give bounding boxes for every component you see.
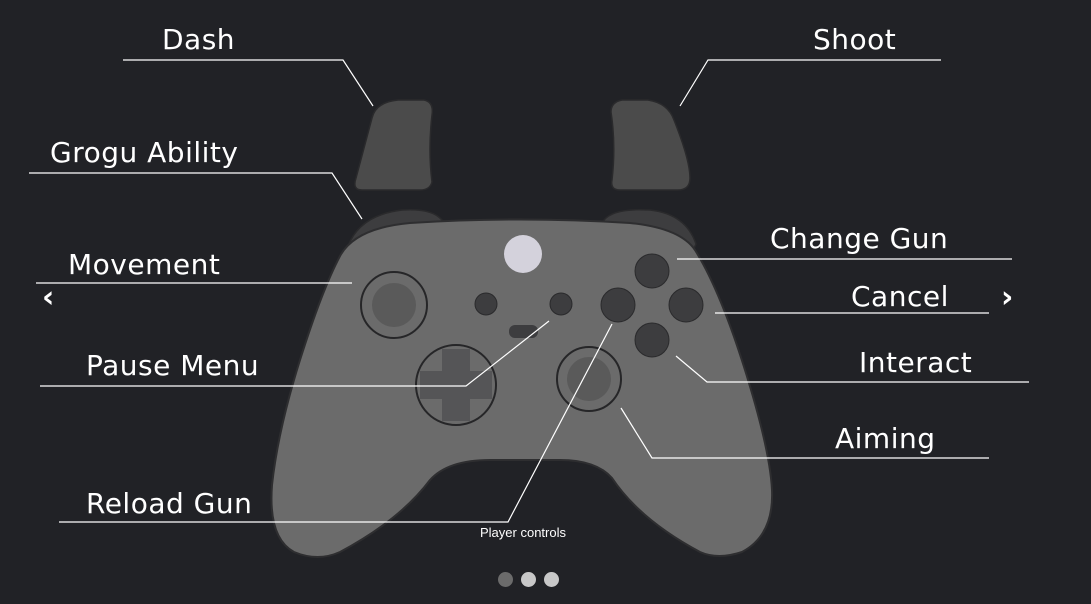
- face-button-b: [668, 287, 704, 323]
- right-trigger: [610, 99, 691, 191]
- change-gun-label: Change Gun: [770, 222, 949, 255]
- share-button: [509, 325, 538, 338]
- dash-callout-line: [123, 59, 374, 107]
- controls-carousel-slide: Dash Shoot Grogu Ability Movement Pause …: [0, 0, 1091, 604]
- aiming-label: Aiming: [835, 422, 936, 455]
- face-button-x: [600, 287, 636, 323]
- shoot-callout-line: [679, 59, 941, 107]
- chevron-right-icon: ›: [1001, 280, 1014, 315]
- reload-gun-label: Reload Gun: [86, 487, 253, 520]
- chevron-left-icon: ‹: [42, 280, 55, 315]
- face-button-y: [634, 253, 670, 289]
- interact-label: Interact: [859, 346, 973, 379]
- left-trigger: [354, 99, 434, 191]
- left-stick-cap: [372, 283, 416, 327]
- cancel-label: Cancel: [851, 280, 949, 313]
- carousel-next-button[interactable]: ›: [1001, 283, 1013, 313]
- guide-button: [504, 235, 542, 273]
- menu-button: [549, 292, 573, 316]
- view-button: [474, 292, 498, 316]
- pause-menu-label: Pause Menu: [86, 349, 260, 382]
- face-button-a: [634, 322, 670, 358]
- dash-label: Dash: [162, 23, 236, 56]
- movement-label: Movement: [68, 248, 221, 281]
- shoot-label: Shoot: [813, 23, 897, 56]
- carousel-indicator-dot[interactable]: [521, 572, 536, 587]
- carousel-prev-button[interactable]: ‹: [42, 283, 54, 313]
- grogu-ability-label: Grogu Ability: [50, 136, 239, 169]
- grogu-ability-callout-line: [29, 172, 363, 220]
- carousel-indicator-dot[interactable]: [498, 572, 513, 587]
- carousel-indicator-dot[interactable]: [544, 572, 559, 587]
- carousel-caption: Player controls: [480, 525, 566, 540]
- right-stick-cap: [567, 357, 611, 401]
